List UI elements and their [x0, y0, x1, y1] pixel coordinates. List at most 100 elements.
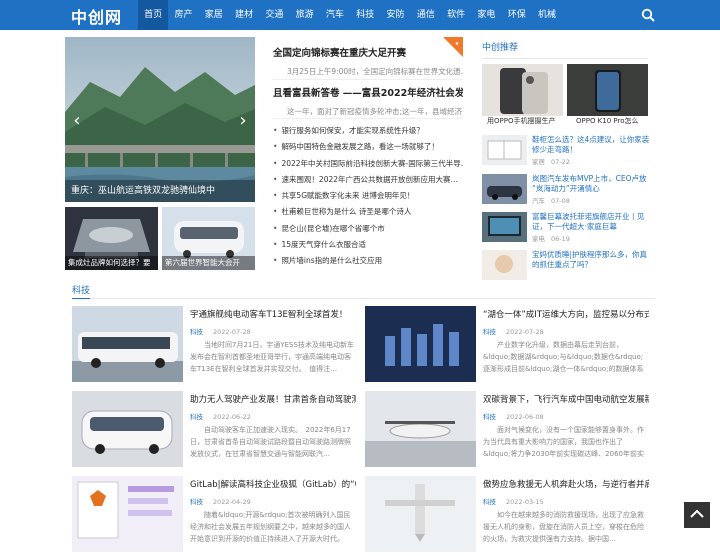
article-title[interactable]: 双碳背景下，飞行汽车成中国电动航空发展新	[483, 393, 649, 405]
article-date: 2022-06-22	[213, 413, 251, 421]
search-icon[interactable]	[641, 8, 655, 22]
hero-slider[interactable]: ‹ › 重庆：巫山航运高铁双龙驰骋仙境中	[65, 37, 255, 202]
article-card[interactable]: 宇通旗舰纯电动客车T13E智利全球首发！ 科技 2022-07-28 当地时间7月…	[72, 306, 354, 386]
news-link[interactable]: 共享5G赋能数字化未来 进博会明年见！	[273, 188, 463, 204]
recommend-item[interactable]: 宝妈优质睡|护肤程序那么多，你真的抓住重点了吗？	[482, 250, 652, 282]
nav-item-home[interactable]: 首页	[138, 0, 169, 30]
news-link[interactable]: 照片墙ins指的是什么社交应用	[273, 253, 463, 269]
article-title[interactable]: 助力无人驾驶产业发展！甘肃首条自动驾驶测	[190, 393, 356, 405]
article-title[interactable]: 傲势应急救援无人机奔赴火场，与逆行者并肩	[483, 478, 649, 490]
article-title[interactable]: GitLab|解读高科技企业极狐（GitLab）的“中外	[190, 478, 356, 490]
news-link[interactable]: 15度天气穿什么衣服合适	[273, 237, 463, 253]
thumb-card[interactable]: 第六届世界智能大会开	[162, 207, 255, 270]
article-image[interactable]	[72, 391, 183, 467]
article-card[interactable]: “湖仓一体”成IT运维大方向，监控易以分布式 科技 2022-07-28 产业数字…	[365, 306, 649, 386]
nav-item-security[interactable]: 安防	[380, 0, 410, 30]
recommend-item-title[interactable]: 富馨巨幕波托菲诺旗舰店开业丨见证，下一代超大·家庭巨幕	[532, 212, 650, 232]
recommend-thumb	[482, 174, 527, 204]
recommend-caption[interactable]: OPPO K10 Pro怎么	[576, 116, 657, 126]
news-link[interactable]: 昆仑山(昆仑墟)在哪个省哪个市	[273, 221, 463, 237]
article-category[interactable]: 科技	[190, 328, 203, 336]
back-to-top-button[interactable]	[684, 502, 710, 528]
article-meta: 科技 2022-06-22	[190, 411, 251, 421]
site-logo[interactable]: 中创网	[71, 4, 122, 28]
nav-item-home-furnishing[interactable]: 家居	[199, 0, 229, 30]
recommend-image[interactable]	[482, 64, 563, 116]
recommend-item[interactable]: 岚图汽车发布MVP上市，CEO卢放 “岚海动力”开涌情心 汽车 07-08	[482, 174, 652, 206]
nav-item-machinery[interactable]: 机械	[532, 0, 562, 30]
recommend-item[interactable]: 鞋柜怎么选？这4点建议，让你家装修少走弯路！ 家居 07-22	[482, 135, 652, 167]
headline-summary: 这一年，面对了新冠疫情多轮冲击;这一年，县域经济…	[287, 107, 463, 116]
recommend-title: 中创推荐	[482, 43, 519, 53]
article-card[interactable]: GitLab|解读高科技企业极狐（GitLab）的“中外 科技 2022-04-2…	[72, 476, 356, 556]
article-image[interactable]	[72, 306, 183, 382]
hero-caption[interactable]: 重庆：巫山航运高铁双龙驰骋仙境中	[65, 180, 255, 202]
nav-item-tech[interactable]: 科技	[350, 0, 380, 30]
headline-title[interactable]: 且看富县新答卷 ——富县2022年经济社会发展	[273, 85, 463, 99]
nav-item-telecom[interactable]: 通信	[411, 0, 441, 30]
news-link[interactable]: 银行服务如何保安，才能实现系统性升级？	[273, 123, 463, 139]
phone-image	[482, 64, 563, 116]
news-link[interactable]: 速来围观！2022年广西公共数据开放创新应用大赛…	[273, 172, 463, 188]
recommend-image[interactable]	[567, 64, 648, 116]
news-link[interactable]: 解码中国特色金融发展之路，看这一场就够了！	[273, 139, 463, 155]
divider	[273, 79, 463, 80]
slider-next-arrow[interactable]: ›	[237, 111, 249, 131]
article-image[interactable]	[72, 476, 183, 552]
divider	[482, 58, 648, 59]
recommend-thumb	[482, 250, 527, 280]
headline-title[interactable]: 全国定向锦标赛在重庆大足开赛	[273, 45, 463, 59]
divider	[273, 118, 463, 119]
section-title[interactable]: 科技	[72, 283, 90, 296]
article-title[interactable]: 宇通旗舰纯电动客车T13E智利全球首发！	[190, 308, 356, 320]
article-card[interactable]: 傲势应急救援无人机奔赴火场，与逆行者并肩 科技 2022-03-15 如今在越来越…	[365, 476, 649, 556]
headline-item[interactable]: 全国定向锦标赛在重庆大足开赛 3月25日上午9:00时，全国定向锦标赛在世界文化…	[273, 45, 463, 77]
svg-text:★: ★	[455, 41, 460, 47]
news-link[interactable]: 杜甫赖巨世称为是什么 诗圣是哪个诗人	[273, 204, 463, 220]
nav-item-building-materials[interactable]: 建材	[229, 0, 259, 30]
news-link[interactable]: 2022年中关村国际前沿科技创新大赛-国际第三代半导…	[273, 156, 463, 172]
article-desc: 随着&ldquo;开源&rdquo;首次被明确列入国民经济和社会发展五年规划纲要…	[190, 511, 351, 543]
recommend-item-title[interactable]: 岚图汽车发布MVP上市，CEO卢放 “岚海动力”开涌情心	[532, 174, 650, 194]
article-date: 2022-03-15	[506, 498, 544, 506]
slider-prev-arrow[interactable]: ‹	[71, 111, 83, 131]
article-meta: 科技 2022-03-15	[483, 496, 544, 506]
recommend-item[interactable]: 富馨巨幕波托菲诺旗舰店开业丨见证，下一代超大·家庭巨幕 家电 06-19	[482, 212, 652, 244]
thumb-caption: 第六届世界智能大会开	[162, 256, 255, 270]
recommend-caption[interactable]: 用OPPO手机摆摄生产	[487, 116, 568, 126]
nav-item-realestate[interactable]: 房产	[168, 0, 198, 30]
article-meta: 科技 2022-06-08	[483, 411, 544, 421]
nav-item-appliance[interactable]: 家电	[471, 0, 501, 30]
article-card[interactable]: 助力无人驾驶产业发展！甘肃首条自动驾驶测 科技 2022-06-22 自动驾驶客车…	[72, 391, 356, 471]
site-header: 中创网 首页 房产 家居 建材 交通 旅游 汽车 科技 安防 通信 软件 家电 …	[0, 0, 720, 30]
nav-item-software[interactable]: 软件	[441, 0, 471, 30]
recommend-thumb	[482, 135, 527, 165]
article-image[interactable]	[365, 306, 476, 382]
article-date: 2022-04-29	[213, 498, 251, 506]
headline-item[interactable]: 且看富县新答卷 ——富县2022年经济社会发展 这一年，面对了新冠疫情多轮冲击;…	[273, 85, 463, 117]
thumb-caption: 集成灶品牌如何选择？要	[65, 256, 158, 270]
recommend-item-meta: 汽车 07-08	[532, 197, 570, 205]
article-category[interactable]: 科技	[483, 328, 496, 336]
article-image[interactable]	[365, 476, 476, 552]
article-image[interactable]	[365, 391, 476, 467]
article-title[interactable]: “湖仓一体”成IT运维大方向，监控易以分布式	[483, 308, 649, 320]
nav-item-travel[interactable]: 旅游	[289, 0, 319, 30]
section-divider	[72, 298, 655, 299]
article-desc: 如今在越来越多的消防救援现场，出现了应急救援无人机的身影，盘旋在消防人员上空，穿…	[483, 511, 644, 543]
article-category[interactable]: 科技	[483, 413, 496, 421]
headline-summary: 3月25日上午9:00时，全国定向锦标赛在世界文化遗…	[287, 67, 463, 76]
nav-item-transport[interactable]: 交通	[259, 0, 289, 30]
nav-item-auto[interactable]: 汽车	[320, 0, 350, 30]
article-date: 2022-06-08	[506, 413, 544, 421]
article-card[interactable]: 双碳背景下，飞行汽车成中国电动航空发展新 科技 2022-06-08 面对气候变化…	[365, 391, 649, 471]
recommend-item-title[interactable]: 鞋柜怎么选？这4点建议，让你家装修少走弯路！	[532, 135, 650, 155]
article-date: 2022-07-28	[506, 328, 544, 336]
nav-item-environment[interactable]: 环保	[502, 0, 532, 30]
article-category[interactable]: 科技	[190, 413, 203, 421]
recommend-thumb	[482, 212, 527, 242]
article-category[interactable]: 科技	[483, 498, 496, 506]
thumb-card[interactable]: 集成灶品牌如何选择？要	[65, 207, 158, 270]
recommend-item-title[interactable]: 宝妈优质睡|护肤程序那么多，你真的抓住重点了吗？	[532, 250, 650, 270]
article-category[interactable]: 科技	[190, 498, 203, 506]
